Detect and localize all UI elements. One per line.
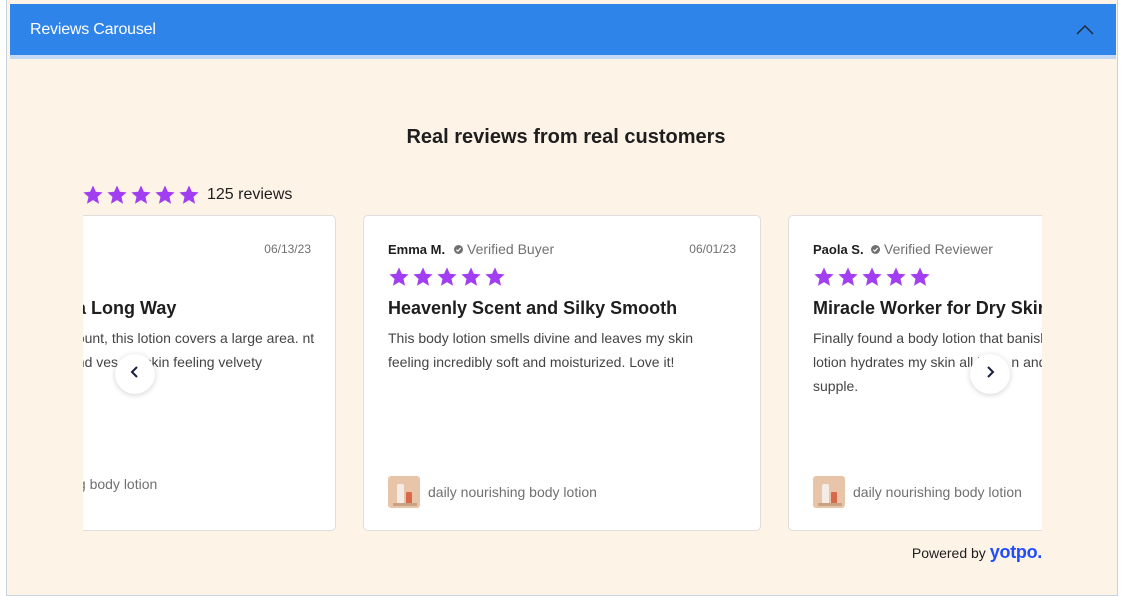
review-body: Finally found a body lotion that banish … <box>813 330 1042 394</box>
product-name[interactable]: daily nourishing body lotion <box>853 484 1022 500</box>
carousel-next-button[interactable] <box>970 354 1010 394</box>
review-stars <box>813 266 931 288</box>
powered-by-label: Powered by <box>911 545 986 561</box>
product-name[interactable]: ing body lotion <box>83 476 157 492</box>
reviewer-name: Emma M. <box>388 242 446 257</box>
star-icon <box>910 267 930 286</box>
review-product[interactable]: daily nourishing body lotion <box>388 476 597 508</box>
review-product[interactable]: ing body lotion <box>83 476 157 492</box>
product-thumbnail[interactable] <box>388 476 420 508</box>
star-icon <box>155 185 175 204</box>
yotpo-logo[interactable]: yotpo. <box>990 542 1043 563</box>
star-icon <box>437 267 457 286</box>
star-icon <box>838 267 858 286</box>
verified-label: Verified Buyer <box>467 241 555 257</box>
review-product[interactable]: daily nourishing body lotion <box>813 476 1022 508</box>
product-name[interactable]: daily nourishing body lotion <box>428 484 597 500</box>
review-date: 06/13/23 <box>264 242 311 256</box>
star-icon <box>389 267 409 286</box>
star-icon <box>886 267 906 286</box>
chevron-right-icon <box>983 365 997 384</box>
star-icon <box>107 185 127 204</box>
chevron-up-icon[interactable] <box>1072 17 1098 43</box>
powered-by: Powered by yotpo. <box>912 542 1042 563</box>
star-icon <box>862 267 882 286</box>
chevron-left-icon <box>128 365 142 384</box>
verified-badge: Verified Buyer <box>454 241 554 257</box>
reviews-carousel: 06/13/23 a Long Way nount, this lotion c… <box>83 215 1042 533</box>
verified-check-icon <box>871 241 880 257</box>
star-icon <box>83 185 103 204</box>
product-thumbnail[interactable] <box>813 476 845 508</box>
review-stars <box>388 266 506 288</box>
star-icon <box>461 267 481 286</box>
review-title: Heavenly Scent and Silky Smooth <box>388 298 678 318</box>
star-icon <box>814 267 834 286</box>
accordion-title: Reviews Carousel <box>30 21 156 38</box>
star-icon <box>485 267 505 286</box>
verified-label: Verified Reviewer <box>884 241 993 257</box>
section-title: Real reviews from real customers <box>406 126 726 148</box>
review-title: Miracle Worker for Dry Skin <box>813 298 1042 318</box>
reviewer-name: Paola S. <box>813 242 864 257</box>
star-icon <box>131 185 151 204</box>
verified-check-icon <box>454 241 463 257</box>
rating-summary: 125 reviews <box>82 182 292 208</box>
verified-badge: Verified Reviewer <box>871 241 993 257</box>
review-date: 06/01/23 <box>689 242 736 256</box>
review-title: a Long Way <box>83 298 177 318</box>
accordion-header[interactable]: Reviews Carousel <box>10 4 1116 59</box>
star-icon <box>413 267 433 286</box>
summary-stars <box>82 184 200 206</box>
review-card: Emma M. Verified Buyer 06/01/23 Heavenly… <box>363 215 761 531</box>
carousel-prev-button[interactable] <box>115 354 155 394</box>
review-body: This body lotion smells divine and leave… <box>388 330 694 370</box>
star-icon <box>179 185 199 204</box>
review-count[interactable]: 125 reviews <box>207 186 292 204</box>
